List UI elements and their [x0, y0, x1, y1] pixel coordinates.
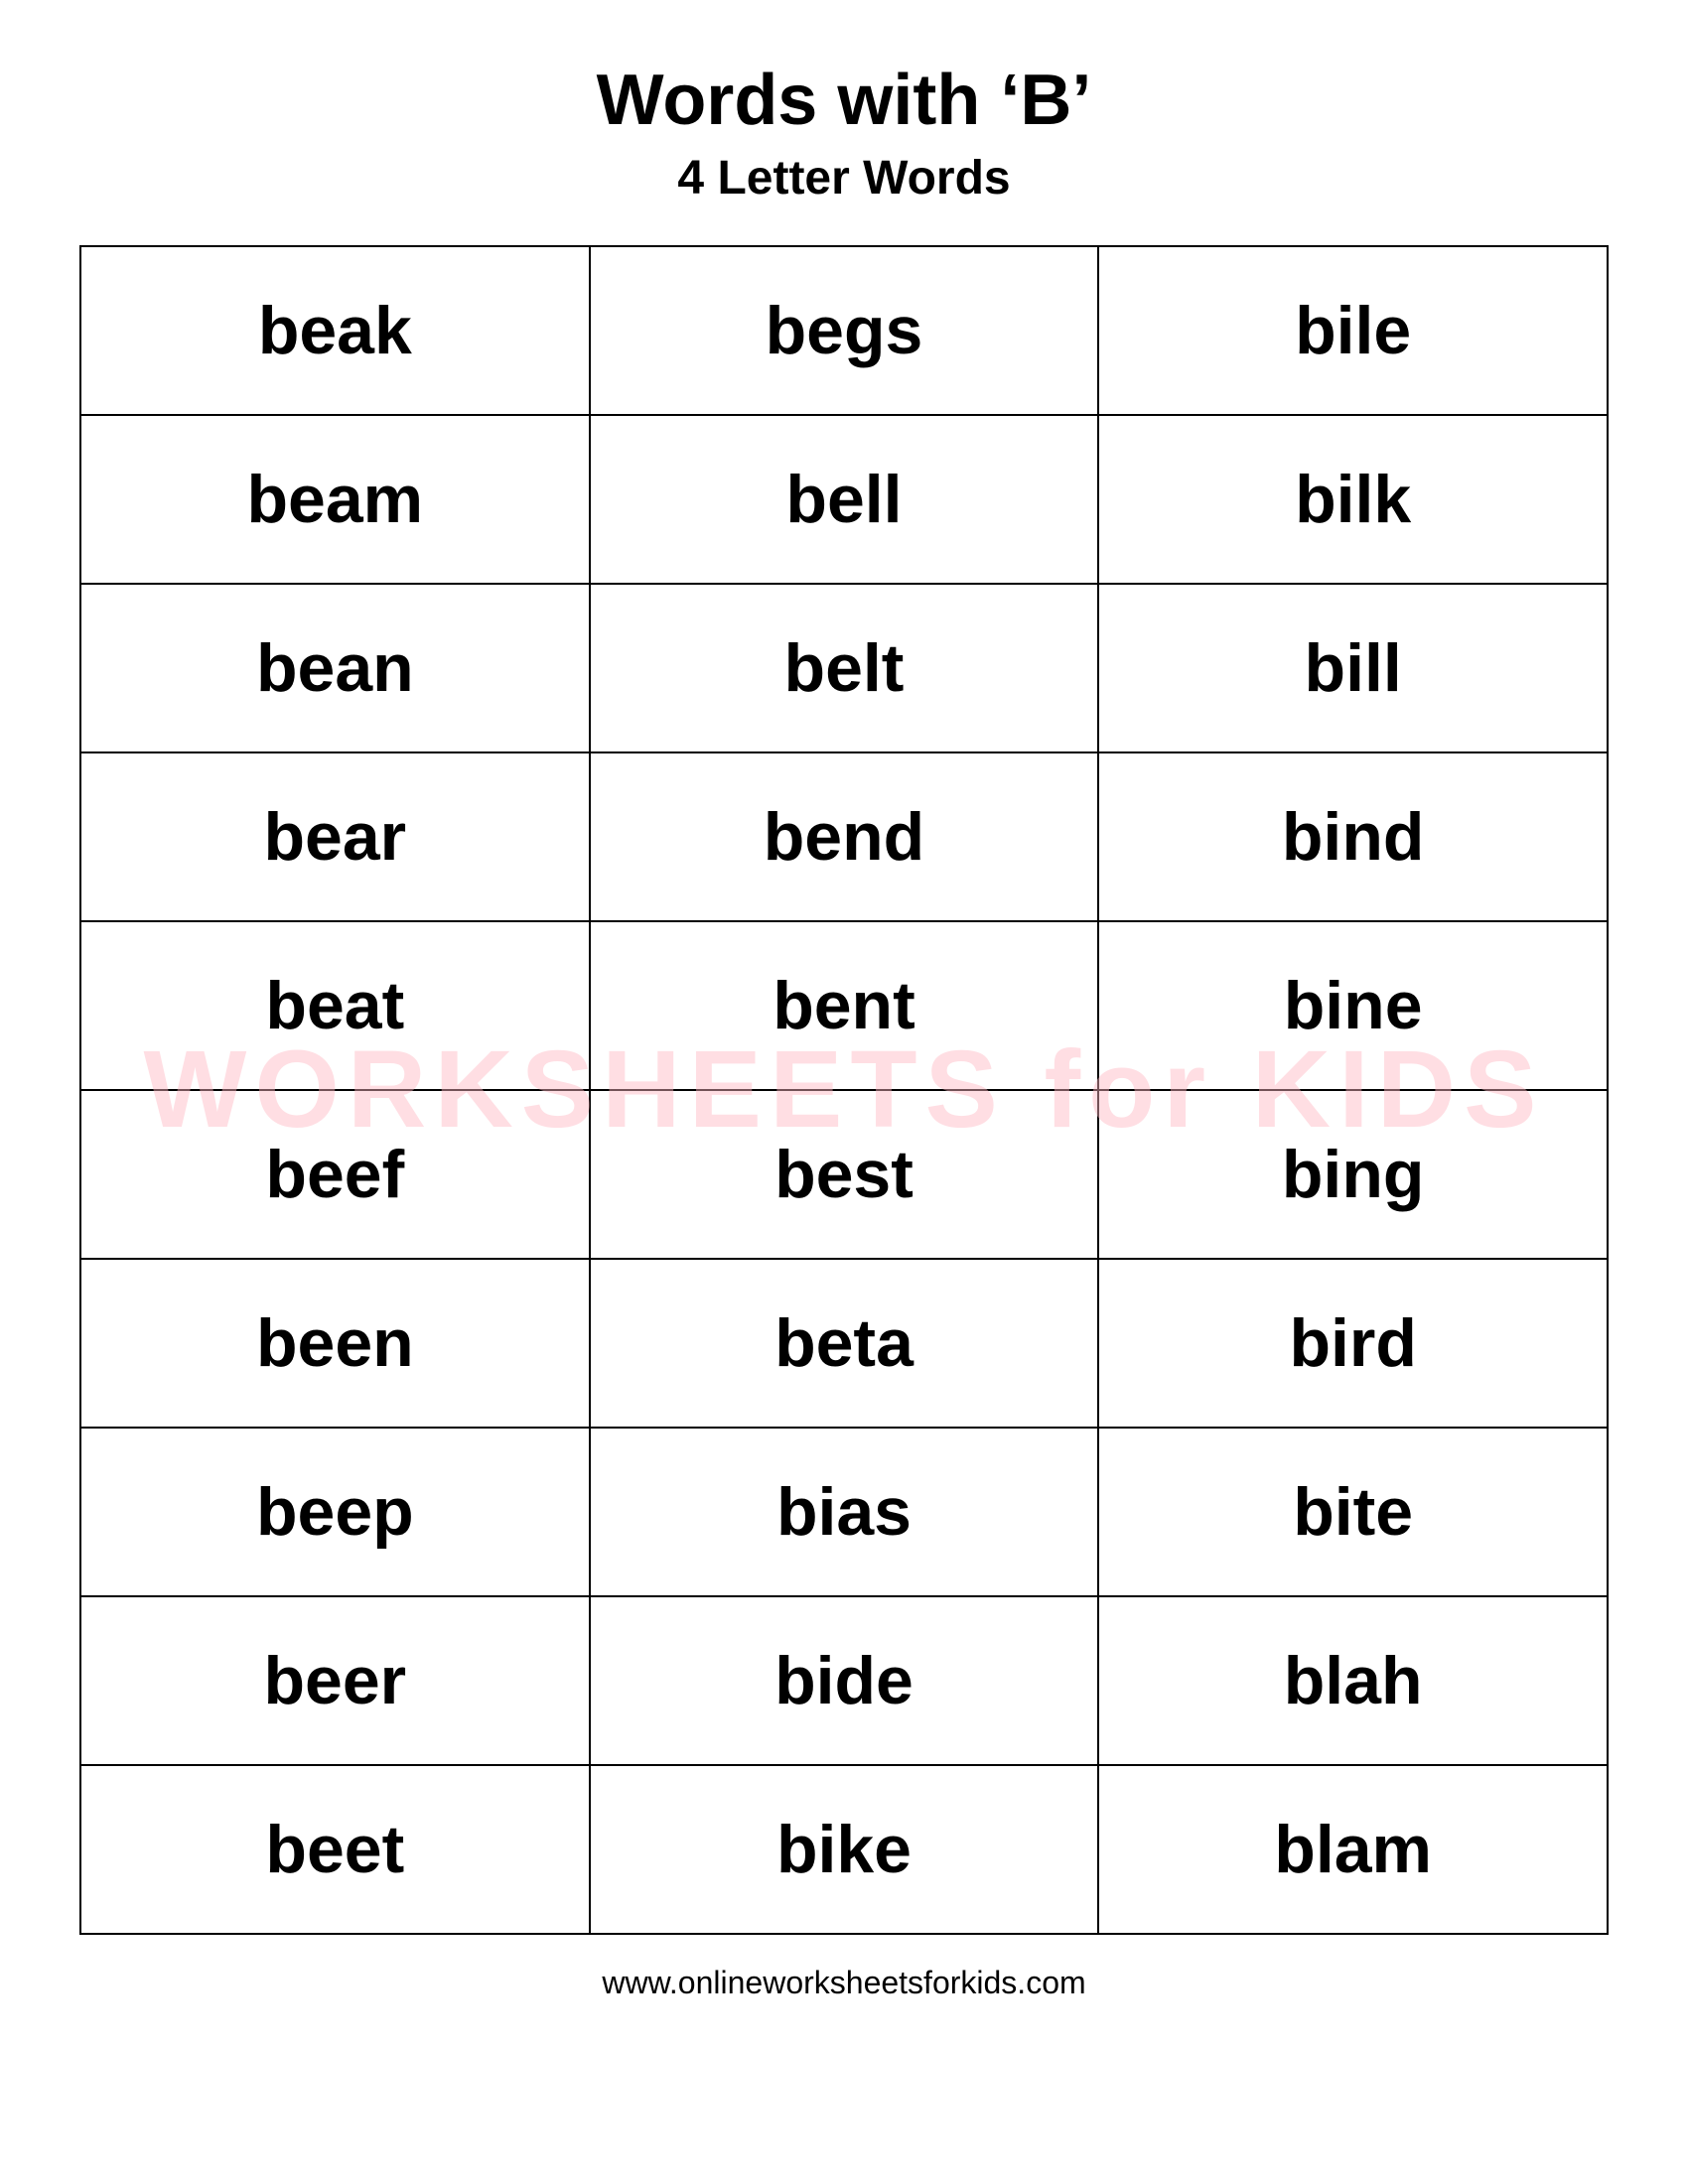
table-cell: bine [1098, 921, 1608, 1090]
word-text: bird [1109, 1304, 1597, 1382]
table-cell: best [590, 1090, 1099, 1259]
word-text: beet [91, 1811, 579, 1888]
table-row: bean belt bill [80, 584, 1608, 752]
word-text: bilk [1109, 461, 1597, 538]
word-text: bill [1109, 629, 1597, 707]
word-text: blam [1109, 1811, 1597, 1888]
word-text: bile [1109, 292, 1597, 369]
table-row: beep bias bite [80, 1428, 1608, 1596]
word-text: beef [91, 1136, 579, 1213]
table-cell: blah [1098, 1596, 1608, 1765]
word-text: beat [91, 967, 579, 1044]
word-text: bine [1109, 967, 1597, 1044]
word-text: bite [1109, 1473, 1597, 1551]
footer-url: www.onlineworksheetsforkids.com [602, 1965, 1085, 2001]
word-text: best [601, 1136, 1088, 1213]
word-text: bend [601, 798, 1088, 876]
table-cell: beet [80, 1765, 590, 1934]
table-cell: bent [590, 921, 1099, 1090]
table-cell: bilk [1098, 415, 1608, 584]
table-cell: bind [1098, 752, 1608, 921]
table-cell: bird [1098, 1259, 1608, 1428]
word-text: blah [1109, 1642, 1597, 1719]
word-text: beak [91, 292, 579, 369]
table-cell: beef [80, 1090, 590, 1259]
table-cell: begs [590, 246, 1099, 415]
table-row: beat bent bine [80, 921, 1608, 1090]
table-cell: beak [80, 246, 590, 415]
word-text: beam [91, 461, 579, 538]
page-subtitle: 4 Letter Words [677, 151, 1010, 205]
table-row: beam bell bilk [80, 415, 1608, 584]
table-cell: bike [590, 1765, 1099, 1934]
table-cell: beep [80, 1428, 590, 1596]
table-cell: bing [1098, 1090, 1608, 1259]
table-wrapper: WORKSHEETS for KIDS beakbegsbilebeambell… [79, 245, 1609, 1935]
table-cell: bean [80, 584, 590, 752]
table-cell: bill [1098, 584, 1608, 752]
table-cell: beam [80, 415, 590, 584]
table-cell: bile [1098, 246, 1608, 415]
word-text: begs [601, 292, 1088, 369]
table-row: beet bike blam [80, 1765, 1608, 1934]
word-table: beak begs bile beam bell bilk bean belt bill bear… [79, 245, 1609, 1935]
word-text: bind [1109, 798, 1597, 876]
table-row: been beta bird [80, 1259, 1608, 1428]
table-cell: bear [80, 752, 590, 921]
table-cell: beta [590, 1259, 1099, 1428]
table-row: beer bide blah [80, 1596, 1608, 1765]
table-cell: beer [80, 1596, 590, 1765]
table-row: beef best bing [80, 1090, 1608, 1259]
word-text: bing [1109, 1136, 1597, 1213]
table-cell: been [80, 1259, 590, 1428]
table-cell: bide [590, 1596, 1099, 1765]
table-cell: beat [80, 921, 590, 1090]
word-text: beep [91, 1473, 579, 1551]
table-row: beak begs bile [80, 246, 1608, 415]
page-title: Words with ‘B’ [597, 60, 1092, 141]
word-text: bell [601, 461, 1088, 538]
table-cell: bell [590, 415, 1099, 584]
table-cell: belt [590, 584, 1099, 752]
table-cell: blam [1098, 1765, 1608, 1934]
word-text: belt [601, 629, 1088, 707]
table-cell: bite [1098, 1428, 1608, 1596]
table-row: bear bend bind [80, 752, 1608, 921]
word-text: bear [91, 798, 579, 876]
table-cell: bias [590, 1428, 1099, 1596]
word-text: bide [601, 1642, 1088, 1719]
table-cell: bend [590, 752, 1099, 921]
word-text: bent [601, 967, 1088, 1044]
word-text: bias [601, 1473, 1088, 1551]
word-text: bean [91, 629, 579, 707]
word-text: beta [601, 1304, 1088, 1382]
word-text: been [91, 1304, 579, 1382]
word-text: beer [91, 1642, 579, 1719]
word-text: bike [601, 1811, 1088, 1888]
